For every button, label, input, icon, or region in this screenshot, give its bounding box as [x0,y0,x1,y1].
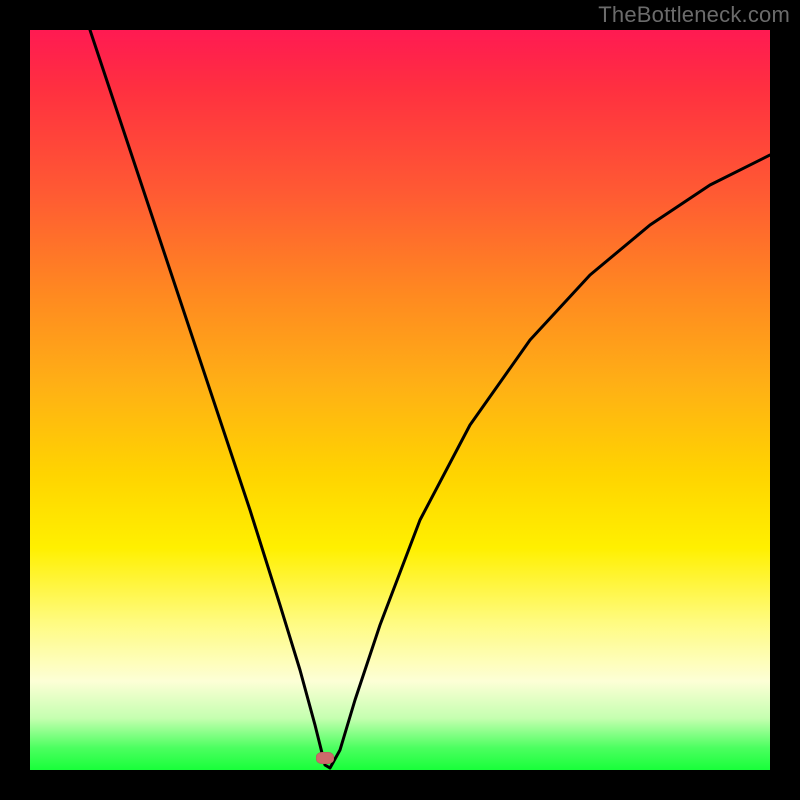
curve-svg [30,30,770,770]
optimum-marker [316,752,334,764]
chart-frame: TheBottleneck.com [0,0,800,800]
plot-area [30,30,770,770]
watermark-text: TheBottleneck.com [598,2,790,28]
bottleneck-curve [90,30,770,768]
